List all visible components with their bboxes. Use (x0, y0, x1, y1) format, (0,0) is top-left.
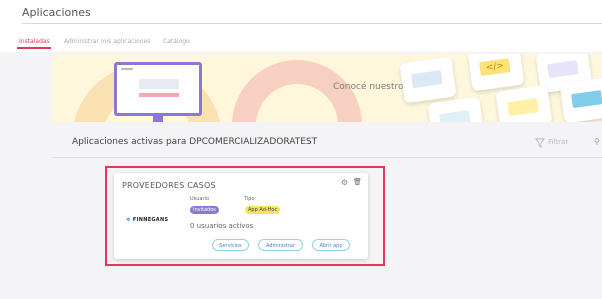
top-bar: Aplicaciones Instaladas Administrar mis … (0, 0, 602, 52)
tipo-badge: App Ad-Hoc (245, 206, 281, 214)
credit-card-tile-illustration (559, 76, 602, 122)
chart-tile-illustration (427, 96, 485, 122)
filter-icon (535, 138, 545, 148)
monitor-stand (153, 116, 163, 122)
section-title: Aplicaciones activas para DPCOMERCIALIZA… (72, 137, 318, 147)
handshake-tile-illustration (495, 84, 553, 122)
trash-icon[interactable]: 🗑 (353, 178, 362, 186)
app-logo: ❖ FINNEGANS (126, 217, 168, 223)
tab-instaladas[interactable]: Instaladas (19, 38, 50, 45)
tipo-label: Tipo (244, 196, 255, 202)
title-divider (22, 23, 602, 24)
usuario-label: Usuario (190, 196, 210, 202)
code-tile-illustration: </> (467, 54, 525, 92)
search-icon[interactable]: ⚲ (594, 137, 600, 146)
servicios-button[interactable]: Servicios (212, 239, 249, 251)
catalog-banner[interactable]: Conocé nuestro catalogo </> (52, 54, 602, 122)
gear-icon[interactable]: ⚙ (341, 178, 348, 187)
filter-label: Filtrar (548, 138, 569, 146)
active-tab-indicator (17, 47, 51, 49)
active-users-count: 0 usuarios activos (190, 222, 254, 230)
abrir-app-button[interactable]: Abrir app (312, 239, 350, 251)
logo-mark: ❖ (126, 217, 131, 223)
logo-text: FINNEGANS (132, 217, 169, 223)
page-title: Aplicaciones (22, 6, 91, 19)
app-tile-illustration (399, 56, 457, 104)
monitor-illustration (114, 62, 202, 116)
administrar-button[interactable]: Administrar (258, 239, 303, 251)
tab-catalogo[interactable]: Catálogo (163, 38, 190, 45)
usuario-badge: Invitados (190, 206, 219, 214)
tab-administrar[interactable]: Administrar mis aplicaciones (64, 38, 150, 45)
section-divider (52, 157, 602, 158)
app-card-title: PROVEEDORES CASOS (122, 181, 216, 190)
app-card: PROVEEDORES CASOS ⚙ 🗑 ❖ FINNEGANS Usuari… (114, 173, 368, 259)
